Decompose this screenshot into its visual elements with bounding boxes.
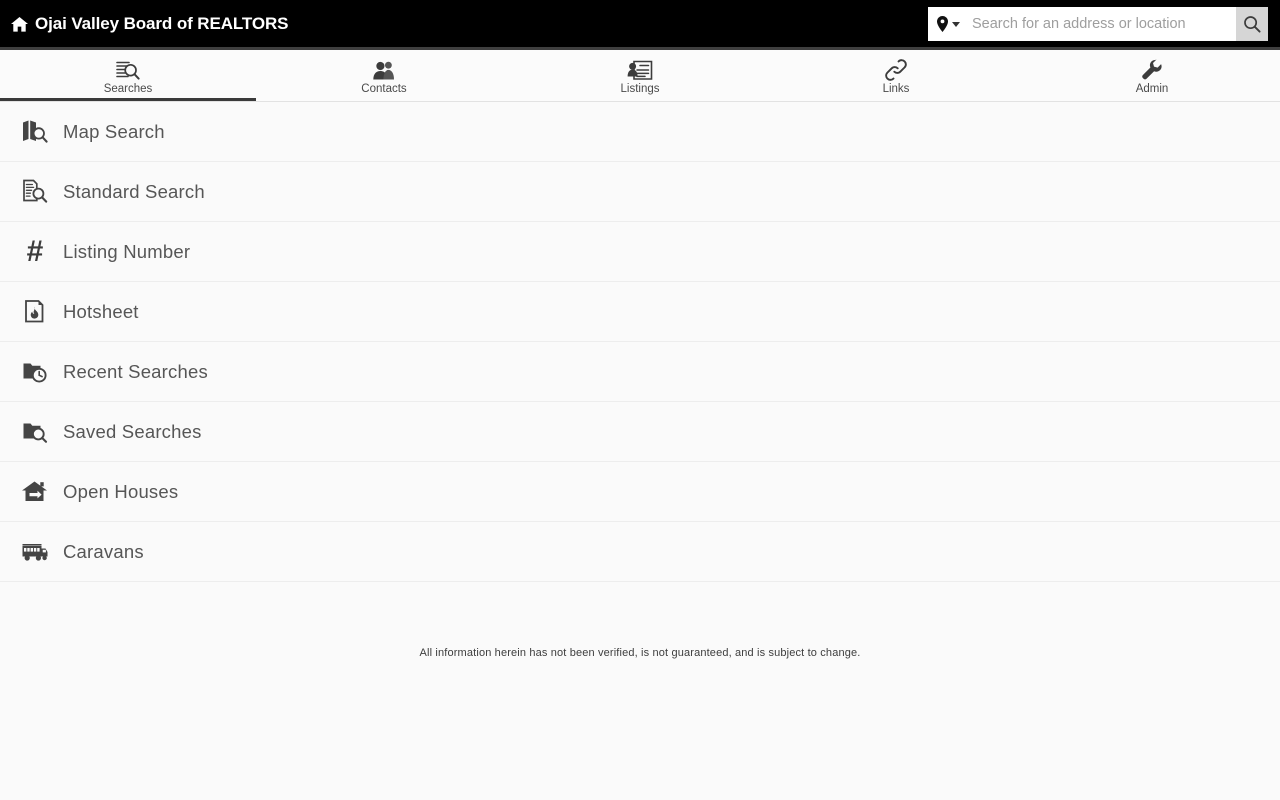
- menu-item-map-search[interactable]: Map Search: [0, 102, 1280, 162]
- search-input[interactable]: [968, 16, 1236, 32]
- brand-title: Ojai Valley Board of REALTORS: [35, 13, 289, 33]
- global-search: [928, 7, 1268, 41]
- searches-menu: Map Search Standard Search # Listing Num…: [0, 102, 1280, 582]
- document-search-icon: [116, 59, 140, 81]
- chevron-down-icon: [952, 21, 960, 27]
- folder-clock-icon: [12, 359, 58, 384]
- menu-item-label: Standard Search: [63, 180, 205, 202]
- menu-item-saved-searches[interactable]: Saved Searches: [0, 402, 1280, 462]
- tab-label: Links: [882, 82, 910, 95]
- listing-card-icon: [627, 59, 653, 81]
- menu-item-caravans[interactable]: Caravans: [0, 522, 1280, 582]
- tab-contacts[interactable]: Contacts: [256, 50, 512, 102]
- app-header: Ojai Valley Board of REALTORS: [0, 0, 1280, 47]
- location-type-selector[interactable]: [937, 16, 964, 32]
- footer-disclaimer: All information herein has not been veri…: [419, 647, 861, 659]
- document-search-icon: [12, 179, 58, 204]
- hash-icon: #: [26, 234, 44, 268]
- menu-item-standard-search[interactable]: Standard Search: [0, 162, 1280, 222]
- tab-searches[interactable]: Searches: [0, 50, 256, 102]
- tab-label: Searches: [103, 82, 153, 95]
- menu-item-label: Map Search: [63, 120, 165, 142]
- main-nav-tabs: Searches Contacts Listings Links Admin: [0, 50, 1280, 102]
- menu-item-label: Hotsheet: [63, 300, 139, 322]
- map-search-icon: [12, 119, 58, 144]
- menu-item-open-houses[interactable]: Open Houses: [0, 462, 1280, 522]
- home-icon: [11, 17, 28, 32]
- search-submit-button[interactable]: [1236, 7, 1268, 41]
- tab-links[interactable]: Links: [768, 50, 1024, 102]
- menu-item-hotsheet[interactable]: Hotsheet: [0, 282, 1280, 342]
- tab-listings[interactable]: Listings: [512, 50, 768, 102]
- wrench-icon: [1141, 58, 1163, 81]
- menu-item-label: Caravans: [63, 540, 144, 562]
- tab-label: Contacts: [361, 82, 407, 95]
- menu-item-label: Saved Searches: [63, 420, 202, 442]
- search-field: [928, 7, 1236, 41]
- open-house-icon: [12, 480, 58, 504]
- map-pin-icon: [937, 16, 948, 32]
- tab-label: Listings: [620, 82, 660, 95]
- tab-admin[interactable]: Admin: [1024, 50, 1280, 102]
- flame-document-icon: [12, 299, 58, 324]
- bus-icon: [12, 542, 58, 562]
- chain-link-icon: [884, 58, 908, 81]
- search-icon: [1243, 15, 1261, 33]
- brand: Ojai Valley Board of REALTORS: [11, 13, 289, 34]
- menu-item-label: Recent Searches: [63, 360, 208, 382]
- people-icon: [372, 59, 396, 81]
- tab-label: Admin: [1135, 82, 1169, 95]
- menu-item-label: Open Houses: [63, 480, 179, 502]
- menu-item-label: Listing Number: [63, 240, 191, 262]
- menu-item-recent-searches[interactable]: Recent Searches: [0, 342, 1280, 402]
- folder-search-icon: [12, 419, 58, 444]
- menu-item-listing-number[interactable]: # Listing Number: [0, 222, 1280, 282]
